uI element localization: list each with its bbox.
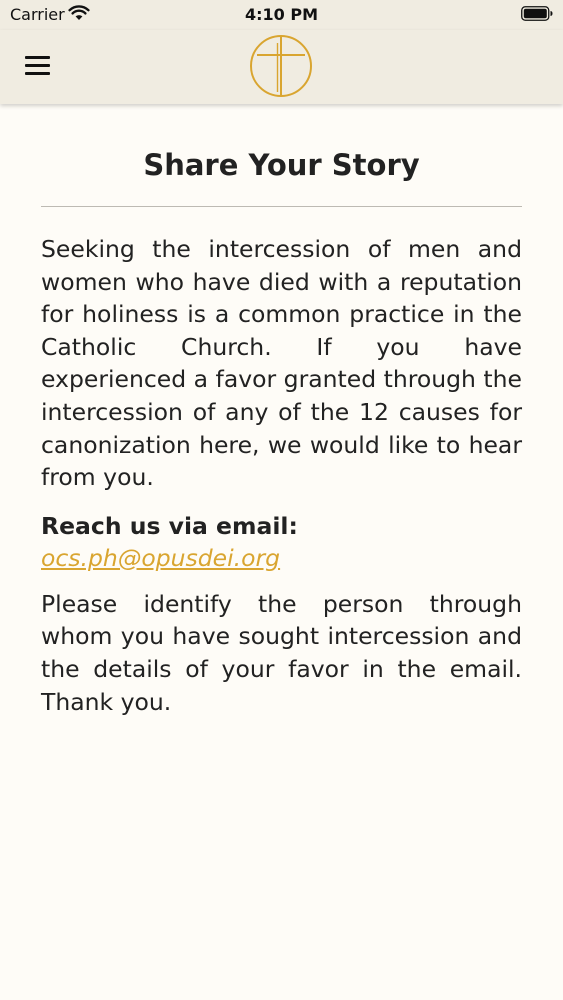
battery-icon bbox=[521, 6, 553, 21]
email-link[interactable]: ocs.ph@opusdei.org bbox=[41, 542, 280, 574]
status-bar: Carrier 4:10 PM bbox=[0, 0, 563, 30]
cross-in-circle-logo bbox=[250, 35, 312, 97]
title-divider bbox=[41, 206, 522, 207]
main-content: Share Your Story Seeking the intercessio… bbox=[0, 104, 563, 718]
page-title: Share Your Story bbox=[143, 148, 420, 182]
reach-us-label: Reach us via email: bbox=[41, 511, 298, 540]
closing-paragraph: Please identify the person through whom … bbox=[41, 589, 522, 716]
navigation-bar bbox=[0, 30, 563, 104]
intro-paragraph: Seeking the intercession of men and wome… bbox=[41, 235, 522, 492]
status-time: 4:10 PM bbox=[244, 5, 318, 24]
menu-button[interactable] bbox=[22, 52, 54, 80]
